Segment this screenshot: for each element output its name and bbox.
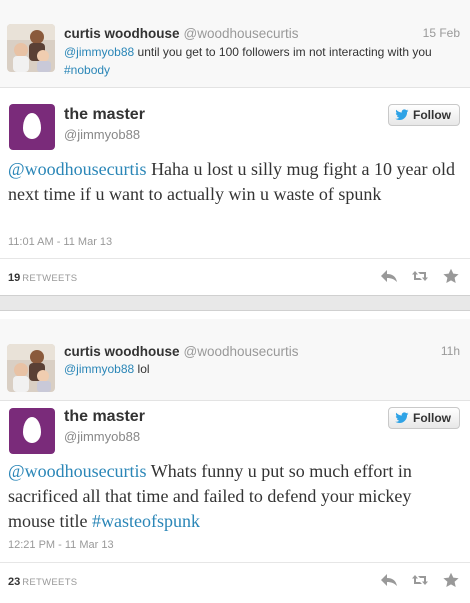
tweet-timestamp[interactable]: 12:21 PM - 11 Mar 13 — [8, 539, 114, 551]
tweet-body: lol — [134, 362, 150, 376]
retweet-icon[interactable] — [411, 572, 429, 588]
follow-button[interactable]: Follow — [388, 407, 460, 429]
author-name[interactable]: the master — [64, 106, 145, 124]
reply-icon[interactable] — [380, 572, 398, 588]
retweet-count[interactable]: 19 RETWEETS — [8, 272, 77, 284]
tweet-actions — [380, 268, 460, 284]
tweet-actions — [380, 572, 460, 588]
follow-button[interactable]: Follow — [388, 104, 460, 126]
favorite-icon[interactable] — [442, 572, 460, 588]
avatar[interactable] — [7, 24, 55, 72]
mention-link[interactable]: @woodhousecurtis — [8, 461, 147, 481]
favorite-icon[interactable] — [442, 268, 460, 284]
reply-icon[interactable] — [380, 268, 398, 284]
in-reply-to-tweet[interactable]: curtis woodhouse @woodhousecurtis 11h @ji… — [0, 319, 470, 401]
avatar[interactable] — [9, 104, 55, 150]
in-reply-to-tweet[interactable]: curtis woodhouse @woodhousecurtis 15 Feb … — [0, 0, 470, 88]
author-handle[interactable]: @woodhousecurtis — [184, 26, 299, 41]
retweet-icon[interactable] — [411, 268, 429, 284]
follow-label: Follow — [413, 108, 451, 122]
tweet-time[interactable]: 15 Feb — [423, 26, 460, 40]
egg-avatar-icon — [23, 417, 41, 443]
author-name[interactable]: curtis woodhouse — [64, 344, 180, 359]
tweet-text: @woodhousecurtis Whats funny u put so mu… — [8, 459, 458, 534]
tweet-card: curtis woodhouse @woodhousecurtis 15 Feb … — [0, 0, 470, 296]
author-handle[interactable]: @jimmyob88 — [64, 429, 140, 444]
tweet-card: curtis woodhouse @woodhousecurtis 11h @ji… — [0, 310, 470, 603]
hashtag-link[interactable]: #wasteofspunk — [92, 511, 200, 531]
retweet-number: 23 — [8, 576, 21, 588]
retweet-label: RETWEETS — [22, 273, 78, 284]
mention-link[interactable]: @woodhousecurtis — [8, 159, 147, 179]
mention-link[interactable]: @jimmyob88 — [64, 362, 134, 376]
author-handle[interactable]: @jimmyob88 — [64, 127, 140, 142]
follow-label: Follow — [413, 411, 451, 425]
tweet-text: @woodhousecurtis Haha u lost u silly mug… — [8, 157, 458, 207]
tweet-time[interactable]: 11h — [441, 344, 460, 358]
retweet-label: RETWEETS — [22, 577, 78, 588]
tweet-stats: 23 RETWEETS — [0, 562, 470, 598]
hashtag-link[interactable]: #nobody — [64, 63, 110, 77]
tweet-body: until you get to 100 followers im not in… — [134, 45, 432, 59]
retweet-number: 19 — [8, 272, 21, 284]
retweet-count[interactable]: 23 RETWEETS — [8, 576, 77, 588]
author-name[interactable]: the master — [64, 408, 145, 426]
author-name[interactable]: curtis woodhouse — [64, 26, 180, 41]
tweet-timestamp[interactable]: 11:01 AM - 11 Mar 13 — [8, 236, 112, 248]
avatar[interactable] — [7, 344, 55, 392]
tweet-text: @jimmyob88 lol — [64, 360, 460, 378]
tweet-text: @jimmyob88 until you get to 100 follower… — [64, 43, 460, 79]
twitter-bird-icon — [395, 109, 409, 121]
author-handle[interactable]: @woodhousecurtis — [184, 344, 299, 359]
avatar[interactable] — [9, 408, 55, 454]
tweet-stats: 19 RETWEETS — [0, 258, 470, 294]
egg-avatar-icon — [23, 113, 41, 139]
mention-link[interactable]: @jimmyob88 — [64, 45, 134, 59]
twitter-bird-icon — [395, 412, 409, 424]
